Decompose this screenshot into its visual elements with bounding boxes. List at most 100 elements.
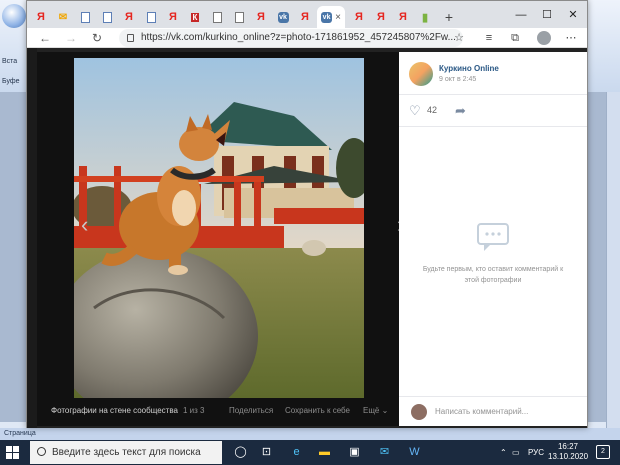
clock-time: 16:27: [557, 442, 579, 451]
star-icon[interactable]: ☆: [451, 30, 467, 46]
favorites-icon[interactable]: ≡: [481, 30, 497, 46]
no-comments-text: Будьте первым, кто оставит комментарий к…: [422, 266, 564, 284]
profile-avatar[interactable]: [537, 31, 551, 45]
search-icon: [37, 447, 46, 456]
tab-yandex[interactable]: Я: [349, 6, 369, 28]
close-tab-icon[interactable]: ×: [335, 12, 341, 23]
tab-doc[interactable]: [207, 6, 227, 28]
store-icon[interactable]: ▣: [346, 444, 363, 461]
album-link[interactable]: Фотографии на стене сообщества: [51, 400, 178, 422]
edge-icon[interactable]: e: [288, 444, 305, 461]
heart-icon[interactable]: ♡: [409, 103, 421, 119]
browser-toolbar: ← → ↻ https://vk.com/kurkino_online?z=ph…: [27, 28, 587, 48]
tab-mail[interactable]: ✉: [53, 6, 73, 28]
new-tab-button[interactable]: +: [439, 6, 459, 28]
windows-start-button[interactable]: [6, 446, 19, 459]
group-name-link[interactable]: Куркино Online: [439, 64, 499, 73]
search-placeholder: Введите здесь текст для поиска: [52, 447, 201, 458]
tab-yandex[interactable]: Я: [393, 6, 413, 28]
more-button[interactable]: Ещё ⌄: [363, 400, 388, 422]
tab-doc[interactable]: [229, 6, 249, 28]
vk-icon: vk: [277, 11, 289, 23]
tab-app[interactable]: ▮: [415, 6, 435, 28]
tab-vk-active[interactable]: vk ×: [317, 6, 345, 28]
windows-taskbar: Введите здесь текст для поиска ◯ ⊡ e ▬ ▣…: [0, 440, 620, 465]
post-date[interactable]: 9 окт в 2:45: [439, 76, 476, 83]
network-icon[interactable]: ▭: [512, 440, 520, 465]
yandex-icon: Я: [377, 11, 385, 23]
tray-chevron-icon[interactable]: ⌃: [500, 440, 507, 465]
post-sidebar: Куркино Online 9 окт в 2:45 ♡ 42 ➦ Будьт…: [399, 52, 587, 426]
close-window-button[interactable]: ✕: [561, 6, 585, 24]
taskbar-clock[interactable]: 16:27 13.10.2020: [548, 442, 588, 462]
doc-icon: [102, 11, 112, 23]
tab-yandex[interactable]: Я: [163, 6, 183, 28]
divider: [399, 126, 587, 127]
task-view-icon[interactable]: ◯: [232, 444, 249, 461]
tab-strip: Я ✉ Я Я К Я vk Я vk × Я Я Я ▮ + — ☐ ✕: [27, 1, 587, 28]
doc-icon: [212, 11, 222, 23]
office-button[interactable]: [2, 4, 26, 28]
tab-yandex[interactable]: Я: [119, 6, 139, 28]
maximize-button[interactable]: ☐: [535, 6, 559, 24]
reload-button[interactable]: ↻: [89, 30, 105, 46]
language-indicator[interactable]: РУС: [528, 440, 544, 465]
yandex-icon: Я: [37, 11, 45, 23]
tab-vk[interactable]: vk: [273, 6, 293, 28]
notifications-button[interactable]: 2: [596, 445, 610, 459]
collections-icon[interactable]: ⧉: [507, 30, 523, 46]
doc-icon: [146, 11, 156, 23]
kino-icon: К: [190, 12, 200, 22]
share-button[interactable]: Поделиться: [229, 400, 273, 422]
page-left-strip: [27, 48, 37, 428]
yandex-icon: Я: [169, 11, 177, 23]
explorer-icon[interactable]: ▬: [316, 444, 333, 461]
browser-window: Я ✉ Я Я К Я vk Я vk × Я Я Я ▮ + — ☐ ✕ ← …: [26, 0, 588, 428]
app-icon: ▮: [421, 11, 429, 24]
save-button[interactable]: Сохранить к себе: [285, 400, 350, 422]
document-scrollbar[interactable]: [606, 92, 620, 430]
doc-icon: [234, 11, 244, 23]
prev-photo-button[interactable]: ‹: [81, 212, 88, 238]
group-avatar[interactable]: [409, 62, 433, 86]
yandex-icon: Я: [257, 11, 265, 23]
ribbon-label-clipboard: Буфе: [2, 78, 20, 85]
photo-shiba-on-rock[interactable]: [74, 58, 364, 398]
tab-kino[interactable]: К: [185, 6, 205, 28]
tab-yandex[interactable]: Я: [251, 6, 271, 28]
photo-counter: 1 из 3: [183, 406, 205, 415]
comments-empty-icon: [477, 223, 509, 251]
word-app-icon[interactable]: W: [406, 444, 423, 461]
photo-viewer: ‹ › Фотографии на стене сообщества 1 из …: [37, 52, 404, 426]
yandex-icon: Я: [355, 11, 363, 23]
tab-doc[interactable]: [97, 6, 117, 28]
tab-yandex[interactable]: Я: [371, 6, 391, 28]
clock-date: 13.10.2020: [548, 452, 589, 461]
address-bar[interactable]: https://vk.com/kurkino_online?z=photo-17…: [119, 29, 463, 47]
url-text: https://vk.com/kurkino_online?z=photo-17…: [141, 32, 456, 43]
tab-doc[interactable]: [75, 6, 95, 28]
yandex-icon: Я: [399, 11, 407, 23]
forward-button[interactable]: →: [63, 30, 79, 46]
yandex-icon: Я: [301, 11, 309, 23]
minimize-button[interactable]: —: [509, 6, 533, 24]
divider: [399, 396, 587, 397]
taskbar-search-box[interactable]: Введите здесь текст для поиска: [30, 441, 222, 464]
mail-app-icon[interactable]: ✉: [376, 444, 393, 461]
viewer-footer: Фотографии на стене сообщества 1 из 3 По…: [37, 400, 399, 422]
comment-input[interactable]: Написать комментарий...: [435, 407, 528, 416]
lock-icon: [127, 34, 134, 42]
divider: [399, 94, 587, 95]
vk-page: ‹ › Фотографии на стене сообщества 1 из …: [27, 48, 587, 428]
vk-icon: vk: [321, 11, 333, 23]
doc-icon: [80, 11, 90, 23]
tab-doc[interactable]: [141, 6, 161, 28]
tab-yandex[interactable]: Я: [31, 6, 51, 28]
ribbon-label-insert[interactable]: Вста: [2, 58, 17, 65]
mail-icon: ✉: [58, 11, 68, 23]
share-arrow-icon[interactable]: ➦: [455, 103, 466, 119]
tab-yandex[interactable]: Я: [295, 6, 315, 28]
task-switch-icon[interactable]: ⊡: [258, 444, 275, 461]
menu-icon[interactable]: ⋯: [563, 30, 579, 46]
back-button[interactable]: ←: [37, 30, 53, 46]
